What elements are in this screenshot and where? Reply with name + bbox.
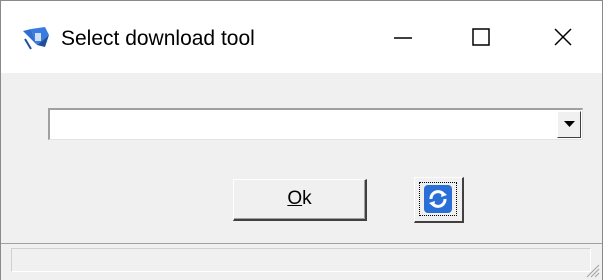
status-panel [11,248,591,272]
close-icon [554,28,572,46]
ok-button[interactable]: Ok [233,179,367,221]
window-title: Select download tool [61,27,255,50]
refresh-button[interactable] [414,177,464,223]
resize-grip-icon[interactable] [584,262,600,278]
download-tool-select[interactable] [48,108,583,140]
ok-mnemonic: O [287,188,303,209]
refresh-icon [424,185,452,213]
ok-label-rest: k [302,188,312,209]
focus-rectangle [419,182,457,216]
dropdown-button[interactable] [557,111,581,138]
status-bar [1,243,602,280]
dropdown-arrow-icon [564,121,575,127]
title-bar[interactable]: Select download tool [1,1,602,73]
dialog-client-area: Ok [1,73,602,280]
dialog-window: Select download tool Ok [0,0,603,280]
close-button[interactable] [523,1,603,73]
minimize-icon [394,37,412,39]
maximize-icon [472,28,490,46]
download-tool-app-icon [21,25,51,51]
maximize-button[interactable] [441,1,521,73]
minimize-button[interactable] [363,1,443,73]
